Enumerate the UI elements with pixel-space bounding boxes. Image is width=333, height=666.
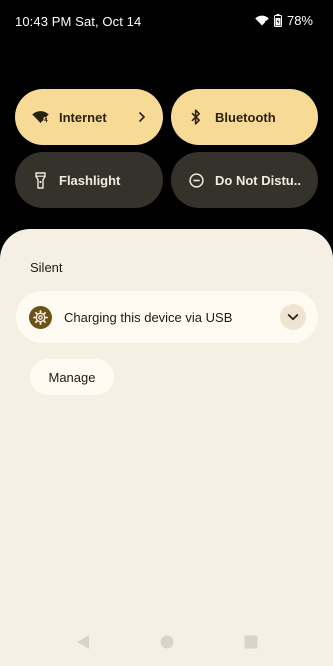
do-not-disturb-icon: [187, 171, 205, 189]
back-icon[interactable]: [73, 632, 93, 652]
tile-bluetooth-label: Bluetooth: [215, 109, 276, 125]
battery-percentage: 78%: [286, 13, 313, 28]
status-date: Sat, Oct 14: [75, 14, 142, 29]
flashlight-icon: [31, 171, 49, 189]
tile-internet[interactable]: Internet: [15, 89, 163, 145]
expand-button[interactable]: [280, 304, 306, 330]
status-bar: 10:43 PM Sat, Oct 14 78%: [0, 0, 333, 44]
status-clock: 10:43 PM Sat, Oct 14: [15, 14, 141, 29]
tile-do-not-disturb-label: Do Not Distu..: [215, 172, 301, 188]
manage-button[interactable]: Manage: [30, 359, 114, 395]
notification-shade: Silent Charging this device via USB Mana…: [0, 229, 333, 666]
chevron-down-icon: [287, 308, 299, 326]
tile-bluetooth[interactable]: Bluetooth: [171, 89, 318, 145]
section-label-silent: Silent: [30, 260, 63, 275]
tile-do-not-disturb[interactable]: Do Not Distu..: [171, 152, 318, 208]
wifi-icon: [31, 108, 49, 126]
tile-internet-label: Internet: [59, 109, 107, 125]
recents-icon[interactable]: [241, 632, 261, 652]
wifi-icon: [255, 15, 269, 26]
status-time: 10:43 PM: [15, 14, 72, 29]
chevron-right-icon: [135, 110, 149, 124]
tile-flashlight[interactable]: Flashlight: [15, 152, 163, 208]
settings-gear-icon: [29, 305, 52, 329]
home-icon[interactable]: [157, 632, 177, 652]
android-screen: 10:43 PM Sat, Oct 14 78% Internet Blueto…: [0, 0, 333, 666]
status-icons: 78%: [255, 13, 313, 28]
battery-icon: [273, 14, 282, 27]
bluetooth-icon: [187, 108, 205, 126]
tile-flashlight-label: Flashlight: [59, 172, 121, 188]
notification-usb-charging[interactable]: Charging this device via USB: [16, 291, 318, 343]
navigation-bar: [0, 618, 333, 666]
notification-title: Charging this device via USB: [64, 309, 233, 325]
